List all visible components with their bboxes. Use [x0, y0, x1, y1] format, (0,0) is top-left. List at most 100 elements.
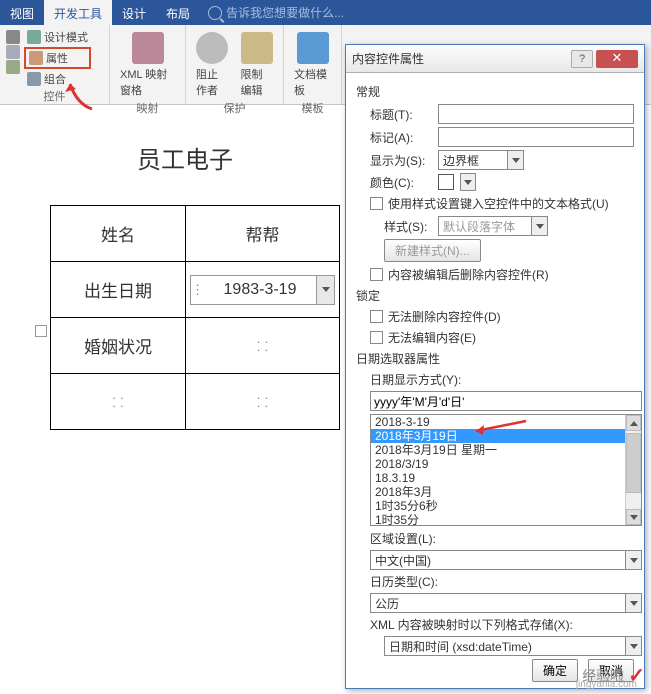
chevron-down-icon [464, 180, 472, 185]
document-area: 员工电子 姓名 帮帮 出生日期 ⋮ 1983-3-19 婚姻状况 ⸬ ⸬ ⸬ [0, 120, 350, 430]
document-table: 姓名 帮帮 出生日期 ⋮ 1983-3-19 婚姻状况 ⸬ ⸬ ⸬ [50, 205, 340, 430]
label-remove-after-edit: 内容被编辑后删除内容控件(R) [388, 266, 549, 283]
list-item[interactable]: 2018年3月 [371, 485, 627, 499]
list-item[interactable]: 1时35分6秒 [371, 499, 627, 513]
input-tag[interactable] [438, 127, 634, 147]
list-item[interactable]: 2018/3/19 [371, 457, 627, 471]
scroll-thumb[interactable] [626, 433, 641, 493]
cell-empty-1[interactable]: ⸬ [51, 374, 186, 430]
label-color: 颜色(C): [370, 174, 434, 191]
tab-design[interactable]: 设计 [112, 0, 156, 25]
date-picker-value: 1983-3-19 [204, 281, 316, 299]
date-picker-dropdown-button[interactable] [316, 276, 334, 304]
combo-xml-format[interactable]: 日期和时间 (xsd:dateTime) [384, 636, 642, 656]
label-use-style: 使用样式设置键入空控件中的文本格式(U) [388, 195, 609, 212]
cell-marital-value[interactable]: ⸬ [186, 318, 340, 374]
group-label-protect: 保护 [192, 100, 277, 116]
chevron-down-icon [625, 551, 641, 569]
group-label-mapping: 映射 [116, 100, 179, 116]
dialog-close-button[interactable]: ✕ [596, 50, 638, 68]
cell-name-value[interactable]: 帮帮 [186, 206, 340, 262]
label-style: 样式(S): [384, 218, 434, 235]
restrict-editing-button[interactable]: 限制编辑 [237, 28, 278, 100]
combo-calendar[interactable]: 公历 [370, 593, 642, 613]
input-date-format[interactable] [370, 391, 642, 411]
combo-show-as[interactable]: 边界框 [438, 150, 524, 170]
label-date-format: 日期显示方式(Y): [370, 371, 634, 388]
cell-empty-2[interactable]: ⸬ [186, 374, 340, 430]
control-handle-icon: ⋮ [191, 282, 204, 298]
dialog-title: 内容控件属性 [352, 50, 571, 67]
label-title: 标题(T): [370, 106, 434, 123]
chevron-down-icon [630, 515, 638, 520]
combo-locale[interactable]: 中文(中国) [370, 550, 642, 570]
chevron-down-icon [625, 637, 641, 655]
document-template-button[interactable]: 文档模板 [290, 28, 335, 100]
insert-control-icon-3[interactable] [6, 60, 20, 74]
ok-button[interactable]: 确定 [532, 659, 578, 682]
group-label-templates: 模板 [290, 100, 335, 116]
scroll-down-button[interactable] [626, 509, 641, 525]
section-lock: 锁定 [356, 287, 634, 304]
scroll-up-button[interactable] [626, 415, 641, 431]
cell-name-label[interactable]: 姓名 [51, 206, 186, 262]
tab-developer[interactable]: 开发工具 [44, 0, 112, 25]
lightbulb-icon [208, 6, 222, 20]
label-calendar: 日历类型(C): [370, 573, 634, 590]
label-no-delete: 无法删除内容控件(D) [388, 308, 501, 325]
insert-control-icon-2[interactable] [6, 45, 20, 59]
table-row: ⸬ ⸬ [51, 374, 340, 430]
label-tag: 标记(A): [370, 129, 434, 146]
table-move-handle-icon[interactable] [35, 325, 47, 337]
table-row: 婚姻状况 ⸬ [51, 318, 340, 374]
date-picker-control[interactable]: ⋮ 1983-3-19 [190, 275, 335, 305]
chevron-up-icon [630, 421, 638, 426]
document-title: 员工电子 [30, 140, 340, 175]
label-show-as: 显示为(S): [370, 152, 434, 169]
chevron-down-icon [531, 217, 547, 235]
dialog-help-button[interactable]: ? [571, 50, 593, 68]
cell-dob-label[interactable]: 出生日期 [51, 262, 186, 318]
chevron-down-icon [625, 594, 641, 612]
list-item[interactable]: 2018年3月19日 星期一 [371, 443, 627, 457]
table-row: 姓名 帮帮 [51, 206, 340, 262]
tell-me-placeholder: 告诉我您想要做什么... [226, 4, 344, 21]
label-xml-storage: XML 内容被映射时以下列格式存储(X): [370, 616, 634, 633]
chevron-down-icon [322, 287, 330, 292]
combo-style: 默认段落字体 [438, 216, 548, 236]
cell-marital-label[interactable]: 婚姻状况 [51, 318, 186, 374]
xml-mapping-button[interactable]: XML 映射窗格 [116, 28, 179, 100]
tell-me-search[interactable]: 告诉我您想要做什么... [200, 0, 352, 25]
label-no-edit: 无法编辑内容(E) [388, 329, 476, 346]
word-icon [297, 32, 329, 64]
list-item[interactable]: 1时35分 [371, 513, 627, 526]
list-item[interactable]: 18.3.19 [371, 471, 627, 485]
input-title[interactable] [438, 104, 634, 124]
listbox-scrollbar[interactable] [625, 415, 641, 525]
annotation-arrow-icon [62, 74, 102, 114]
color-dropdown-button[interactable] [460, 173, 476, 191]
design-mode-button[interactable]: 设计模式 [24, 28, 91, 46]
tab-layout[interactable]: 布局 [156, 0, 200, 25]
checkbox-no-delete[interactable] [370, 310, 383, 323]
person-icon [196, 32, 228, 64]
annotation-arrow-icon [466, 417, 531, 440]
checkbox-use-style[interactable] [370, 197, 383, 210]
cancel-button[interactable]: 取消 [588, 659, 634, 682]
checkbox-remove-after-edit[interactable] [370, 268, 383, 281]
color-swatch[interactable] [438, 174, 454, 190]
section-datepicker: 日期选取器属性 [356, 350, 634, 367]
checkbox-no-edit[interactable] [370, 331, 383, 344]
tab-view[interactable]: 视图 [0, 0, 44, 25]
table-row: 出生日期 ⋮ 1983-3-19 [51, 262, 340, 318]
chevron-down-icon [507, 151, 523, 169]
properties-button[interactable]: 属性 [24, 47, 91, 69]
insert-control-icon[interactable] [6, 30, 20, 44]
label-locale: 区域设置(L): [370, 530, 634, 547]
lock-icon [241, 32, 273, 64]
dialog-titlebar[interactable]: 内容控件属性 ? ✕ [346, 45, 644, 73]
cell-dob-value[interactable]: ⋮ 1983-3-19 [186, 262, 340, 318]
block-authors-button[interactable]: 阻止作者 [192, 28, 233, 100]
section-general: 常规 [356, 83, 634, 100]
listbox-date-formats[interactable]: 2018-3-192018年3月19日2018年3月19日 星期一2018/3/… [370, 414, 642, 526]
